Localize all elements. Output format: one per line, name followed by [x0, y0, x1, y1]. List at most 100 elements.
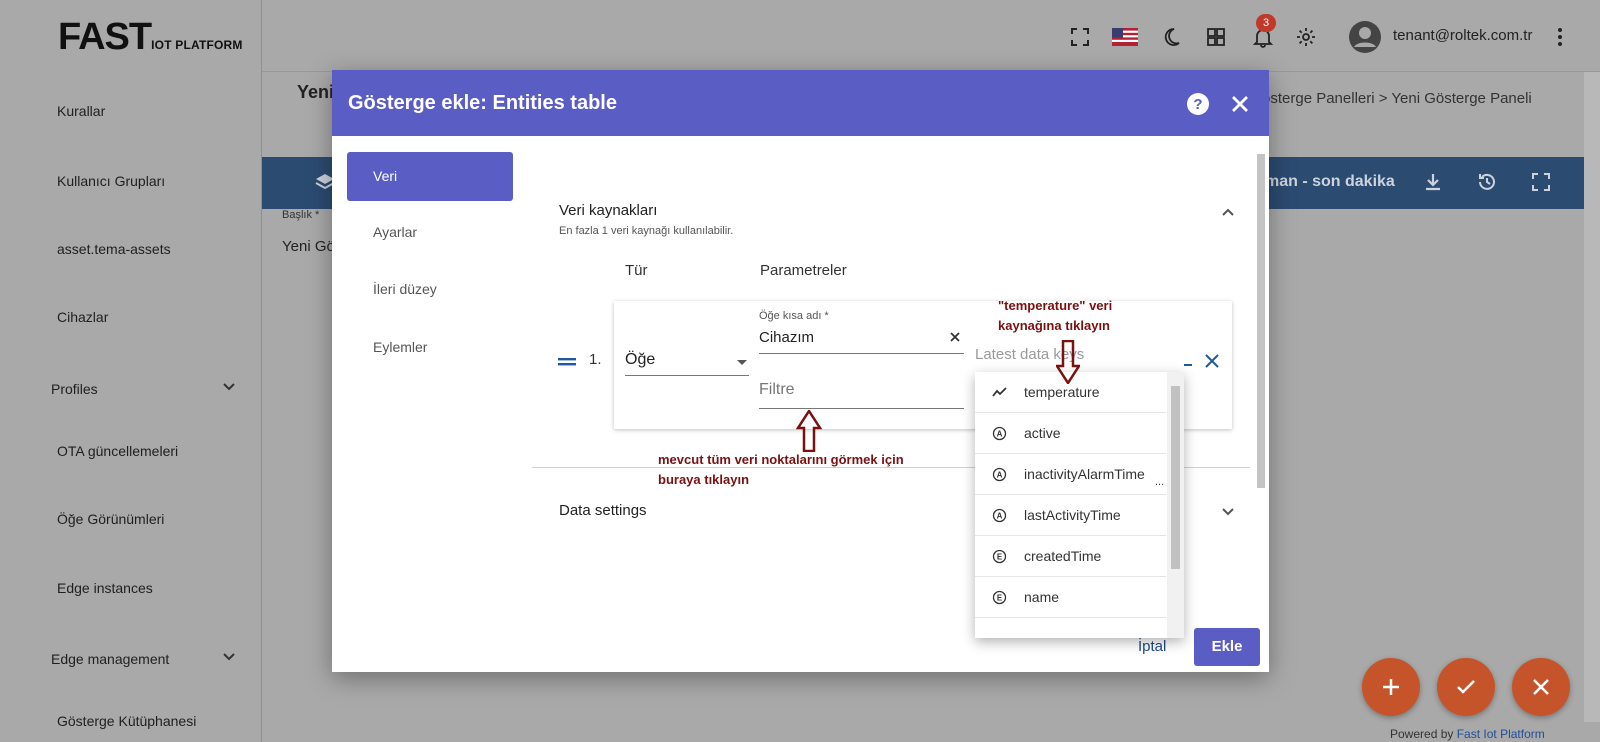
- user-email[interactable]: tenant@roltek.com.tr: [1393, 27, 1532, 44]
- annotation-bottom: mevcut tüm veri noktalarını görmek için …: [658, 450, 904, 490]
- notification-badge: 3: [1256, 14, 1276, 32]
- svg-text:?: ?: [1193, 96, 1202, 113]
- fullscreen-icon[interactable]: [1069, 26, 1091, 48]
- sidebar: FASTIOT PLATFORM Kurallar Kullanıcı Grup…: [0, 0, 262, 742]
- dialog-scrollbar[interactable]: [1255, 142, 1267, 610]
- add-fab-button[interactable]: [1362, 658, 1420, 716]
- sidebar-group-edge-management[interactable]: Edge management: [51, 651, 237, 667]
- breadcrumb[interactable]: österge Panelleri > Yeni Gösterge Paneli: [1262, 90, 1532, 107]
- sidebar-item-kurallar[interactable]: Kurallar: [57, 103, 105, 119]
- entity-field-underline: [759, 353, 964, 354]
- column-header-type: Tür: [625, 262, 648, 279]
- type-select-underline: [625, 375, 749, 376]
- remove-row-icon[interactable]: [1204, 353, 1220, 369]
- entity-field-icon: E: [992, 549, 1007, 564]
- keys-dropdown: temperature A active A inactivityAlarmTi…: [975, 372, 1184, 638]
- baslik-value[interactable]: Yeni Gö: [282, 238, 335, 255]
- svg-text:A: A: [997, 471, 1003, 480]
- dropdown-item[interactable]: A lastActivityTime: [975, 495, 1166, 536]
- attribute-icon: A: [992, 426, 1007, 441]
- dropdown-item[interactable]: A inactivityAlarmTime: [975, 454, 1166, 495]
- annotation-top-line2: kaynağına tıklayın: [998, 318, 1110, 333]
- chevron-down-icon[interactable]: [1220, 504, 1236, 520]
- powered-brand-link[interactable]: Fast Iot Platform: [1457, 727, 1545, 741]
- download-icon[interactable]: [1422, 171, 1444, 193]
- cancel-button[interactable]: İptal: [1138, 638, 1166, 655]
- page-scrollbar[interactable]: [1584, 72, 1600, 722]
- settings-gear-icon[interactable]: [1295, 26, 1317, 48]
- sidebar-item-assets[interactable]: asset.tema-assets: [57, 241, 171, 257]
- annotation-bottom-line1: mevcut tüm veri noktalarını görmek için: [658, 452, 904, 467]
- apps-grid-icon[interactable]: [1205, 26, 1227, 48]
- chevron-up-icon[interactable]: [1220, 204, 1236, 220]
- select-arrow-icon[interactable]: [737, 360, 747, 365]
- dropdown-scrollbar[interactable]: [1167, 372, 1184, 638]
- dialog-header: Gösterge ekle: Entities table ?: [332, 70, 1269, 136]
- svg-text:E: E: [997, 594, 1003, 603]
- dropdown-item-label: lastActivityTime: [1024, 507, 1121, 523]
- sidebar-item-cihazlar[interactable]: Cihazlar: [57, 309, 108, 325]
- help-icon[interactable]: ?: [1186, 92, 1210, 116]
- attribute-icon: A: [992, 508, 1007, 523]
- section-title: Veri kaynakları: [559, 202, 658, 219]
- sidebar-group-label: Profiles: [51, 381, 98, 397]
- tab-ileri-duzey[interactable]: İleri düzey: [347, 265, 513, 314]
- sidebar-item-gosterge-kutuphanesi[interactable]: Gösterge Kütüphanesi: [57, 713, 196, 729]
- dropdown-item-label: temperature: [1024, 384, 1100, 400]
- svg-text:A: A: [997, 512, 1003, 521]
- dropdown-item[interactable]: E createdTime: [975, 536, 1166, 577]
- dropdown-item[interactable]: E name: [975, 577, 1166, 618]
- entity-field-label: Öğe kısa adı *: [759, 310, 829, 322]
- filter-underline: [759, 408, 964, 409]
- attribute-icon: A: [992, 467, 1007, 482]
- chevron-down-icon: [223, 383, 235, 391]
- sidebar-item-oge-gorunumleri[interactable]: Öğe Görünümleri: [57, 511, 164, 527]
- entity-field-icon: E: [992, 590, 1007, 605]
- drag-handle-icon[interactable]: [558, 356, 578, 368]
- tab-eylemler[interactable]: Eylemler: [347, 323, 513, 372]
- section-subtitle: En fazla 1 veri kaynağı kullanılabilir.: [559, 225, 734, 237]
- entity-field[interactable]: Cihazım: [759, 329, 814, 346]
- annotation-top: "temperature" veri kaynağına tıklayın: [998, 296, 1112, 336]
- dropdown-item-label: inactivityAlarmTime: [1024, 466, 1145, 482]
- sidebar-item-ota[interactable]: OTA güncellemeleri: [57, 443, 178, 459]
- history-icon[interactable]: [1476, 171, 1498, 193]
- add-button[interactable]: Ekle: [1194, 628, 1260, 666]
- ellipsis: ...: [1155, 476, 1165, 488]
- logo-main-text: FAST: [58, 16, 152, 58]
- timeseries-icon: [992, 387, 1007, 397]
- check-icon: [1457, 680, 1475, 694]
- app-logo[interactable]: FASTIOT PLATFORM: [58, 16, 243, 59]
- apply-fab-button[interactable]: [1437, 658, 1495, 716]
- us-flag-icon[interactable]: [1112, 26, 1138, 48]
- fullscreen-icon[interactable]: [1530, 171, 1552, 193]
- page-title: Yeni: [297, 82, 335, 102]
- filter-input[interactable]: Filtre: [759, 381, 795, 399]
- dropdown-item[interactable]: A active: [975, 413, 1166, 454]
- clear-icon[interactable]: [949, 331, 961, 343]
- time-window-label[interactable]: man - son dakika: [1265, 173, 1395, 191]
- row-number: 1.: [589, 351, 602, 368]
- dropdown-item-label: name: [1024, 589, 1060, 605]
- plus-icon: [1383, 679, 1399, 695]
- avatar-icon[interactable]: [1348, 20, 1382, 54]
- close-icon[interactable]: [1228, 92, 1252, 116]
- type-select[interactable]: Öğe: [625, 351, 655, 369]
- sidebar-item-edge-instances[interactable]: Edge instances: [57, 580, 153, 596]
- more-vert-icon[interactable]: [1554, 26, 1566, 48]
- dialog-title: Gösterge ekle: Entities table: [348, 92, 617, 114]
- tab-ayarlar[interactable]: Ayarlar: [347, 208, 513, 257]
- tab-veri[interactable]: Veri: [347, 152, 513, 201]
- data-settings-title[interactable]: Data settings: [559, 502, 647, 519]
- powered-prefix: Powered by: [1390, 727, 1454, 741]
- logo-sub-text: IOT PLATFORM: [151, 38, 243, 52]
- sidebar-group-profiles[interactable]: Profiles: [51, 381, 237, 397]
- baslik-label: Başlık *: [282, 209, 320, 221]
- dark-mode-icon[interactable]: [1160, 26, 1182, 48]
- sidebar-item-kullanici-gruplari[interactable]: Kullanıcı Grupları: [57, 173, 165, 189]
- cancel-fab-button[interactable]: [1512, 658, 1570, 716]
- column-header-params: Parametreler: [760, 262, 847, 279]
- svg-text:A: A: [997, 430, 1003, 439]
- annotation-arrow-down-icon: [1056, 340, 1080, 384]
- close-icon: [1533, 679, 1549, 695]
